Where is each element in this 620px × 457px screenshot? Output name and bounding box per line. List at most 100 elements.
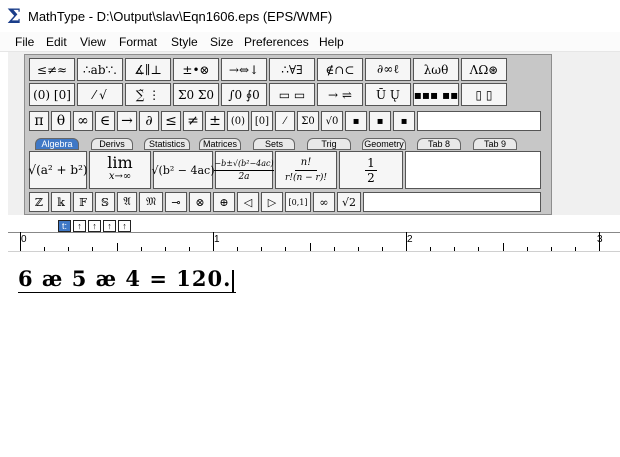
sqrt2-button[interactable]: √2	[337, 192, 361, 212]
tab-trig[interactable]: Trig	[307, 138, 351, 150]
fractions-palette-button[interactable]: ⁄ √	[77, 83, 123, 106]
sub-superscript-button[interactable]: ▪	[393, 111, 415, 131]
partial-button[interactable]: ∂	[139, 111, 159, 131]
tab-stop-relation-button[interactable]: ↑	[103, 220, 116, 232]
tab-derivs[interactable]: Derivs	[91, 138, 133, 150]
ruler-tick	[333, 247, 335, 251]
labeled-arrows-palette-button[interactable]: → ⇌	[317, 83, 363, 106]
integrals-palette-button[interactable]: ∫0 ∮0	[221, 83, 267, 106]
tab-stop-right-button[interactable]: ↑	[88, 220, 101, 232]
brackets-button[interactable]: [0]	[251, 111, 273, 131]
combination-numerator: n!	[294, 156, 318, 171]
menu-help[interactable]: Help	[319, 35, 344, 49]
ruler-tick	[285, 247, 287, 251]
tab-9[interactable]: Tab 9	[473, 138, 517, 150]
tab-statistics[interactable]: Statistics	[144, 138, 190, 150]
misc-symbols-palette-button[interactable]: ∂∞ℓ	[365, 58, 411, 81]
tab-matrices[interactable]: Matrices	[199, 138, 241, 150]
theta-button[interactable]: θ	[51, 111, 71, 131]
logic-palette-button[interactable]: ∴∀∃	[269, 58, 315, 81]
sum-button[interactable]: Σ0	[297, 111, 319, 131]
integers-button[interactable]: ℤ	[29, 192, 49, 212]
template-sqrt-sum[interactable]: √(a² + b²)	[28, 151, 88, 189]
left-triangle-button[interactable]: ◁	[237, 192, 259, 212]
field-k-button[interactable]: 𝕜	[51, 192, 71, 212]
plus-minus-button[interactable]: ±	[205, 111, 225, 131]
template-discriminant[interactable]: √(b² − 4ac)	[152, 151, 215, 189]
set-theory-palette-button[interactable]: ∉∩⊂	[317, 58, 363, 81]
not-equal-button[interactable]: ≠	[183, 111, 203, 131]
pi-button[interactable]: π	[29, 111, 49, 131]
field-s-button[interactable]: 𝕊	[95, 192, 115, 212]
subscripts-palette-button[interactable]: ∑̃ ⋮	[125, 83, 171, 106]
ruler-tick	[140, 247, 142, 251]
quadratic-denominator: 2a	[238, 171, 250, 182]
tab-8[interactable]: Tab 8	[417, 138, 461, 150]
arrows-palette-button[interactable]: →⇔↓	[221, 58, 267, 81]
equation-editor[interactable]: 6 æ 5 æ 4 = 120.	[8, 252, 620, 457]
menu-preferences[interactable]: Preferences	[244, 35, 309, 49]
greek-lower-palette-button[interactable]: λωθ	[413, 58, 459, 81]
tab-algebra[interactable]: Algebra	[35, 138, 79, 150]
operators-palette-button[interactable]: ±•⊗	[173, 58, 219, 81]
ruler[interactable]: 0 1 2 3	[8, 232, 620, 252]
circled-times-button[interactable]: ⊗	[189, 192, 211, 212]
menu-size[interactable]: Size	[210, 35, 233, 49]
combination-denominator: r!(n − r)!	[285, 172, 327, 183]
ruler-tick	[574, 247, 576, 251]
field-f-button[interactable]: 𝔽	[73, 192, 93, 212]
menu-format[interactable]: Format	[119, 35, 157, 49]
menu-edit[interactable]: Edit	[46, 35, 67, 49]
template-limit[interactable]: lim x→∞	[89, 151, 151, 189]
circled-plus-button[interactable]: ⊕	[213, 192, 235, 212]
relations-palette-button[interactable]: ≤≠≈	[29, 58, 75, 81]
menu-file[interactable]: File	[15, 35, 34, 49]
menu-view[interactable]: View	[80, 35, 106, 49]
summations-palette-button[interactable]: Σ0 Σ0	[173, 83, 219, 106]
fraktur-m-button[interactable]: 𝔐	[139, 192, 163, 212]
fraction-button[interactable]: ⁄	[275, 111, 295, 131]
template-one-half[interactable]: 1 2	[339, 151, 403, 189]
tab-stop-center-button[interactable]: ↑	[73, 220, 86, 232]
ruler-tick	[213, 232, 214, 251]
interval-button[interactable]: [0,1]	[285, 192, 311, 212]
template-combination[interactable]: n! r!(n − r)!	[275, 151, 337, 189]
text-cursor	[232, 269, 235, 292]
radical-button[interactable]: √0	[321, 111, 343, 131]
element-of-button[interactable]: ∈	[95, 111, 115, 131]
half-numerator: 1	[365, 155, 377, 171]
boxes-palette-button[interactable]: ▯ ▯	[461, 83, 507, 106]
fraktur-a-button[interactable]: 𝔄	[117, 192, 137, 212]
multimap-button[interactable]: ⊸	[165, 192, 187, 212]
ruler-label-1: 1	[214, 234, 220, 245]
menu-bar: File Edit View Format Style Size Prefere…	[0, 32, 620, 52]
equation[interactable]: 6 æ 5 æ 4 = 120.	[18, 266, 237, 293]
menu-style[interactable]: Style	[171, 35, 198, 49]
spaces-palette-button[interactable]: ∴ab∵.	[77, 58, 123, 81]
greek-upper-palette-button[interactable]: ΛΩ⊛	[461, 58, 507, 81]
less-equal-button[interactable]: ≤	[161, 111, 181, 131]
ruler-label-2: 2	[407, 234, 413, 245]
right-triangle-button[interactable]: ▷	[261, 192, 283, 212]
subscript-button[interactable]: ▪	[369, 111, 391, 131]
arrow-right-button[interactable]: →	[117, 111, 137, 131]
ruler-tick	[599, 232, 600, 251]
window-title: MathType - D:\Output\slav\Eqn1606.eps (E…	[28, 9, 333, 24]
ruler-tick	[188, 247, 190, 251]
tab-stop-left-button[interactable]: t:	[58, 220, 71, 232]
fences-palette-button[interactable]: (0) [0]	[29, 83, 75, 106]
tab-stop-decimal-button[interactable]: ↑	[118, 220, 131, 232]
matrices-palette-button[interactable]: ▪▪▪ ▪▪	[413, 83, 459, 106]
half-denominator: 2	[367, 170, 375, 185]
infinity-button[interactable]: ∞	[73, 111, 93, 131]
tab-geometry[interactable]: Geometry	[362, 138, 406, 150]
infinity-symbol-button[interactable]: ∞	[313, 192, 335, 212]
embellishments-palette-button[interactable]: ∡∥⊥	[125, 58, 171, 81]
superscript-button[interactable]: ▪	[345, 111, 367, 131]
parentheses-button[interactable]: (0)	[227, 111, 249, 131]
template-quadratic[interactable]: −b±√(b²−4ac) 2a	[214, 151, 274, 189]
products-palette-button[interactable]: Ū Ų	[365, 83, 411, 106]
bars-palette-button[interactable]: ▭ ▭	[269, 83, 315, 106]
limit-top: lim	[107, 153, 133, 172]
tab-sets[interactable]: Sets	[253, 138, 295, 150]
